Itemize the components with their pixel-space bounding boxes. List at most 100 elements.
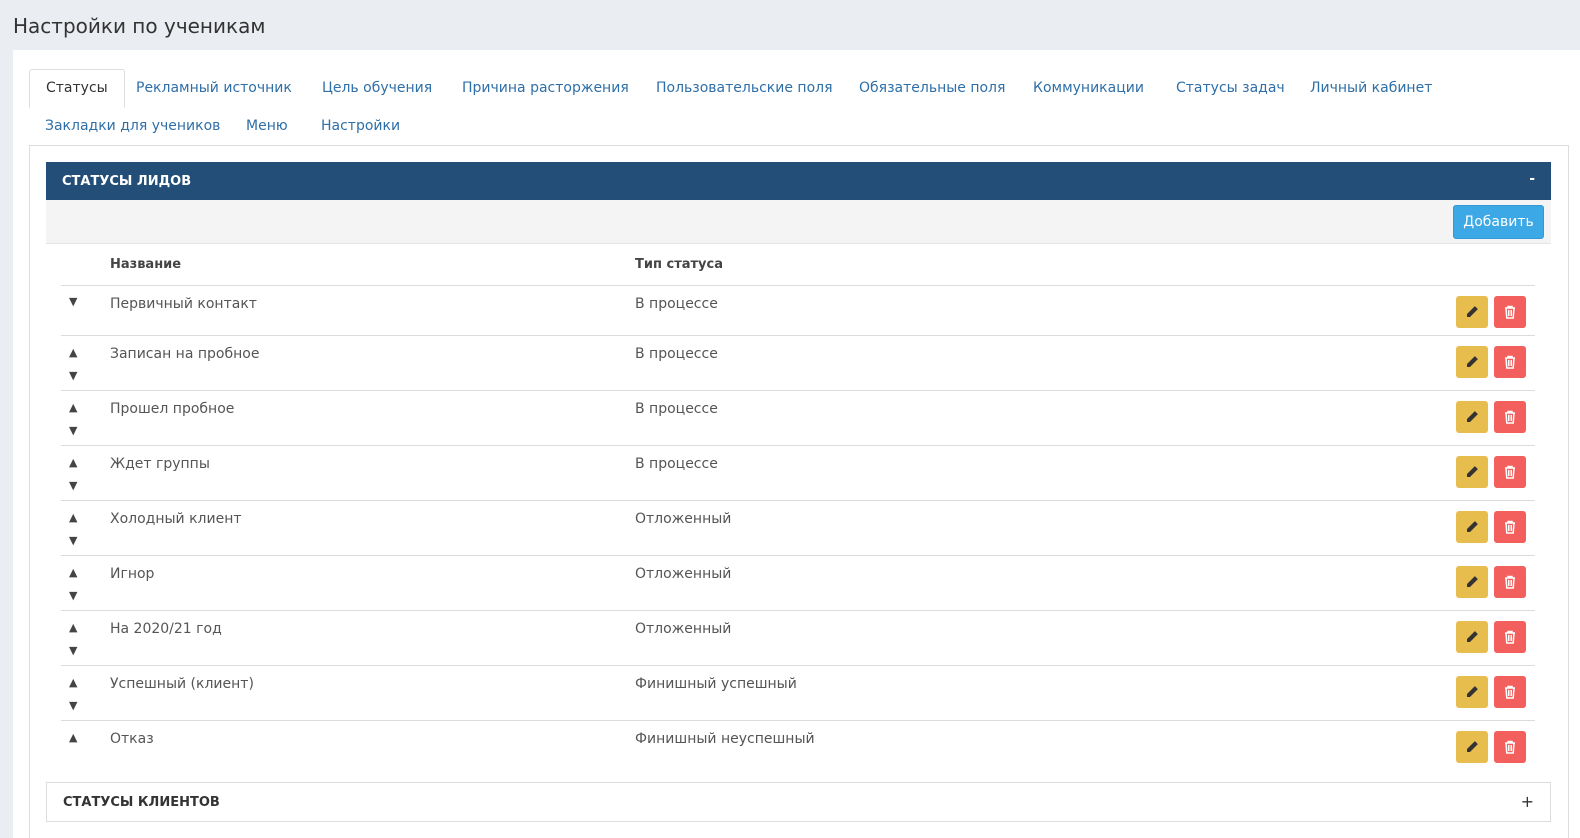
table-row: ▲ ▼ Холодный клиент Отложенный [61, 500, 1535, 555]
status-type: В процессе [635, 401, 718, 417]
delete-button[interactable] [1494, 296, 1526, 328]
column-header-type: Тип статуса [635, 257, 723, 272]
edit-button[interactable] [1456, 511, 1488, 543]
trash-icon [1505, 410, 1515, 424]
status-type: В процессе [635, 346, 718, 362]
tab-settings[interactable]: Настройки [321, 118, 400, 134]
delete-button[interactable] [1494, 401, 1526, 433]
trash-icon [1505, 685, 1515, 699]
edit-button[interactable] [1456, 676, 1488, 708]
collapse-toggle[interactable]: - [1529, 171, 1535, 187]
status-type: В процессе [635, 456, 718, 472]
edit-button[interactable] [1456, 566, 1488, 598]
status-type: Финишный неуспешный [635, 731, 815, 747]
tab-communications[interactable]: Коммуникации [1033, 80, 1144, 96]
tab-statuses[interactable]: Статусы [29, 69, 125, 108]
move-down-icon[interactable]: ▼ [69, 589, 77, 602]
status-name: Ждет группы [110, 456, 210, 472]
tab-ad-source[interactable]: Рекламный источник [136, 80, 292, 96]
table-row: ▼ Первичный контакт В процессе [61, 285, 1535, 335]
leads-panel-title: Статусы лидов [62, 174, 192, 189]
table-row: ▲ ▼ Ждет группы В процессе [61, 445, 1535, 500]
move-up-icon[interactable]: ▲ [69, 621, 77, 634]
edit-button[interactable] [1456, 621, 1488, 653]
move-up-icon[interactable]: ▲ [69, 511, 77, 524]
status-type: Финишный успешный [635, 676, 797, 692]
move-down-icon[interactable]: ▼ [69, 699, 77, 712]
tab-required-fields[interactable]: Обязательные поля [859, 80, 1005, 96]
pencil-icon [1467, 741, 1478, 752]
pencil-icon [1467, 466, 1478, 477]
table-row: ▲ ▼ На 2020/21 год Отложенный [61, 610, 1535, 665]
delete-button[interactable] [1494, 566, 1526, 598]
expand-toggle[interactable]: + [1521, 792, 1534, 811]
move-down-icon[interactable]: ▼ [69, 479, 77, 492]
tab-learning-goal[interactable]: Цель обучения [322, 80, 432, 96]
move-down-icon[interactable]: ▼ [69, 295, 77, 308]
status-name: Записан на пробное [110, 346, 260, 362]
status-name: Отказ [110, 731, 154, 747]
pencil-icon [1467, 411, 1478, 422]
status-type: В процессе [635, 296, 718, 312]
pencil-icon [1467, 631, 1478, 642]
trash-icon [1505, 305, 1515, 319]
delete-button[interactable] [1494, 731, 1526, 763]
pencil-icon [1467, 686, 1478, 697]
tab-bar: Статусы Рекламный источник Цель обучения… [29, 69, 1569, 146]
delete-button[interactable] [1494, 621, 1526, 653]
trash-icon [1505, 465, 1515, 479]
move-up-icon[interactable]: ▲ [69, 401, 77, 414]
leads-toolbar: Добавить [46, 200, 1551, 244]
move-down-icon[interactable]: ▼ [69, 644, 77, 657]
delete-button[interactable] [1494, 676, 1526, 708]
status-name: Успешный (клиент) [110, 676, 254, 692]
move-up-icon[interactable]: ▲ [69, 731, 77, 744]
clients-panel-title: Статусы клиентов [63, 795, 220, 810]
trash-icon [1505, 740, 1515, 754]
tab-custom-fields[interactable]: Пользовательские поля [656, 80, 833, 96]
table-row: ▲ ▼ Прошел пробное В процессе [61, 390, 1535, 445]
settings-card: Статусы Рекламный источник Цель обучения… [13, 50, 1580, 838]
clients-panel-header[interactable]: Статусы клиентов + [46, 782, 1551, 822]
move-down-icon[interactable]: ▼ [69, 534, 77, 547]
delete-button[interactable] [1494, 511, 1526, 543]
table-row: ▲ ▼ Успешный (клиент) Финишный успешный [61, 665, 1535, 720]
move-up-icon[interactable]: ▲ [69, 346, 77, 359]
edit-button[interactable] [1456, 456, 1488, 488]
delete-button[interactable] [1494, 456, 1526, 488]
pencil-icon [1466, 306, 1478, 318]
move-down-icon[interactable]: ▼ [69, 424, 77, 437]
page-title: Настройки по ученикам [13, 14, 266, 38]
move-up-icon[interactable]: ▲ [69, 676, 77, 689]
status-name: Игнор [110, 566, 155, 582]
edit-button[interactable] [1456, 346, 1488, 378]
tab-termination-reason[interactable]: Причина расторжения [462, 80, 629, 96]
move-up-icon[interactable]: ▲ [69, 456, 77, 469]
delete-button[interactable] [1494, 346, 1526, 378]
trash-icon [1505, 630, 1515, 644]
tab-content: Статусы лидов - Добавить Название Тип ст… [29, 145, 1569, 838]
table-row: ▲ Отказ Финишный неуспешный [61, 720, 1535, 770]
tab-student-bookmarks[interactable]: Закладки для учеников [45, 118, 220, 134]
status-name: Холодный клиент [110, 511, 242, 527]
status-type: Отложенный [635, 511, 732, 527]
table-row: ▲ ▼ Игнор Отложенный [61, 555, 1535, 610]
column-header-name: Название [110, 257, 182, 272]
trash-icon [1505, 575, 1515, 589]
add-button[interactable]: Добавить [1453, 205, 1544, 239]
edit-button[interactable] [1456, 401, 1488, 433]
tab-personal-account[interactable]: Личный кабинет [1310, 80, 1432, 96]
pencil-icon [1467, 521, 1478, 532]
status-name: Прошел пробное [110, 401, 235, 417]
tab-menu[interactable]: Меню [246, 118, 288, 134]
tab-task-statuses[interactable]: Статусы задач [1176, 80, 1285, 96]
move-up-icon[interactable]: ▲ [69, 566, 77, 579]
leads-panel-header[interactable]: Статусы лидов - [46, 162, 1551, 200]
pencil-icon [1467, 356, 1478, 367]
status-type: Отложенный [635, 566, 732, 582]
edit-button[interactable] [1456, 296, 1488, 328]
move-down-icon[interactable]: ▼ [69, 369, 77, 382]
trash-icon [1505, 355, 1515, 369]
edit-button[interactable] [1456, 731, 1488, 763]
status-type: Отложенный [635, 621, 732, 637]
